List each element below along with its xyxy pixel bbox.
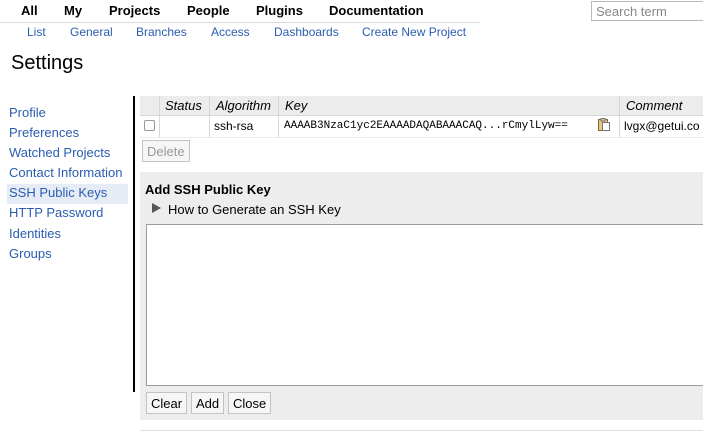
nav-people[interactable]: People (187, 3, 230, 18)
sidebar-item-http-password[interactable]: HTTP Password (7, 204, 128, 224)
nav-projects[interactable]: Projects (109, 3, 160, 18)
subnav-branches[interactable]: Branches (136, 25, 187, 39)
ssh-key-textarea[interactable] (146, 224, 703, 386)
header-status: Status (165, 98, 202, 113)
add-ssh-key-title: Add SSH Public Key (145, 182, 271, 197)
nav-plugins[interactable]: Plugins (256, 3, 303, 18)
subnav-general[interactable]: General (70, 25, 113, 39)
nav-all[interactable]: All (21, 3, 38, 18)
sidebar-item-groups[interactable]: Groups (7, 245, 128, 265)
nav-documentation[interactable]: Documentation (329, 3, 424, 18)
subnav-list[interactable]: List (27, 25, 46, 39)
how-to-generate-toggle[interactable]: How to Generate an SSH Key (168, 202, 341, 217)
key-comment: lvgx@getui.co (624, 119, 700, 133)
header-comment: Comment (626, 98, 683, 113)
subnav-create-new-project[interactable]: Create New Project (362, 25, 466, 39)
nav-my[interactable]: My (64, 3, 82, 18)
close-button[interactable]: Close (228, 392, 272, 414)
sidebar-item-contact-information[interactable]: Contact Information (7, 164, 128, 184)
sidebar-divider (133, 96, 135, 392)
sidebar-item-ssh-public-keys[interactable]: SSH Public Keys (7, 184, 128, 204)
add-button[interactable]: Add (191, 392, 225, 414)
triangle-right-icon[interactable] (152, 203, 161, 213)
header-key: Key (285, 98, 308, 113)
sidebar-item-watched-projects[interactable]: Watched Projects (7, 144, 128, 164)
sidebar-item-preferences[interactable]: Preferences (7, 124, 128, 144)
page-title: Settings (11, 52, 84, 74)
clipboard-icon[interactable] (598, 118, 610, 131)
key-value: AAAAB3NzaC1yc2EAAAADAQABAAACAQ...rCmylLy… (284, 120, 568, 132)
search-input[interactable] (591, 1, 703, 21)
subnav-access[interactable]: Access (211, 25, 250, 39)
top-nav: All My Projects People Plugins Documenta… (0, 0, 480, 23)
subnav-dashboards[interactable]: Dashboards (274, 25, 339, 39)
header-algorithm: Algorithm (216, 98, 271, 113)
delete-button[interactable]: Delete (142, 140, 190, 162)
row-select-checkbox[interactable] (144, 120, 155, 131)
key-algorithm: ssh-rsa (214, 119, 254, 133)
clear-button[interactable]: Clear (146, 392, 188, 414)
sidebar-item-identities[interactable]: Identities (7, 225, 128, 245)
divider (140, 430, 703, 431)
sidebar-item-profile[interactable]: Profile (7, 104, 128, 124)
